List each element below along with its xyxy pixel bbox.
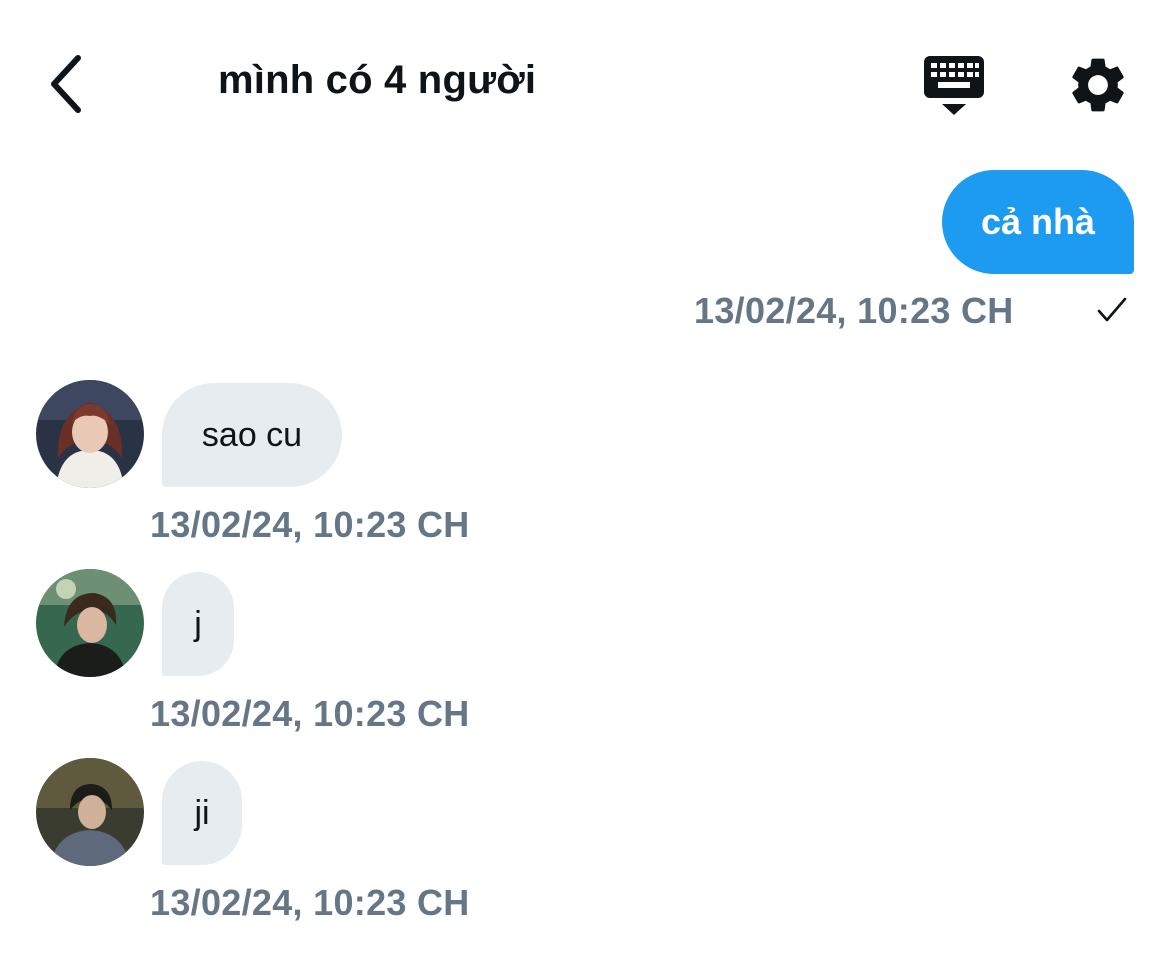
message-timestamp: 13/02/24, 10:23 CH bbox=[150, 504, 470, 545]
message-bubble-incoming[interactable]: sao cu bbox=[162, 383, 342, 487]
keyboard-hide-icon bbox=[924, 56, 984, 115]
chat-header: mình có 4 người bbox=[0, 0, 1170, 150]
checkmark-icon bbox=[1097, 297, 1127, 322]
settings-button[interactable] bbox=[1064, 52, 1132, 118]
gear-icon bbox=[1072, 58, 1124, 112]
keyboard-toggle-button[interactable] bbox=[918, 52, 990, 118]
avatar[interactable] bbox=[36, 569, 144, 677]
back-button[interactable] bbox=[36, 48, 96, 120]
avatar[interactable] bbox=[36, 758, 144, 866]
message-timestamp: 13/02/24, 10:23 CH bbox=[694, 290, 1014, 331]
message-bubble-incoming[interactable]: j bbox=[162, 572, 234, 676]
message-timestamp: 13/02/24, 10:23 CH bbox=[150, 693, 470, 734]
chevron-left-icon bbox=[51, 55, 81, 113]
message-timestamp: 13/02/24, 10:23 CH bbox=[150, 882, 470, 923]
avatar[interactable] bbox=[36, 380, 144, 488]
conversation-title: mình có 4 người bbox=[218, 58, 537, 102]
message-bubble-outgoing[interactable]: cả nhà bbox=[942, 170, 1134, 274]
message-bubble-incoming[interactable]: ji bbox=[162, 761, 242, 865]
